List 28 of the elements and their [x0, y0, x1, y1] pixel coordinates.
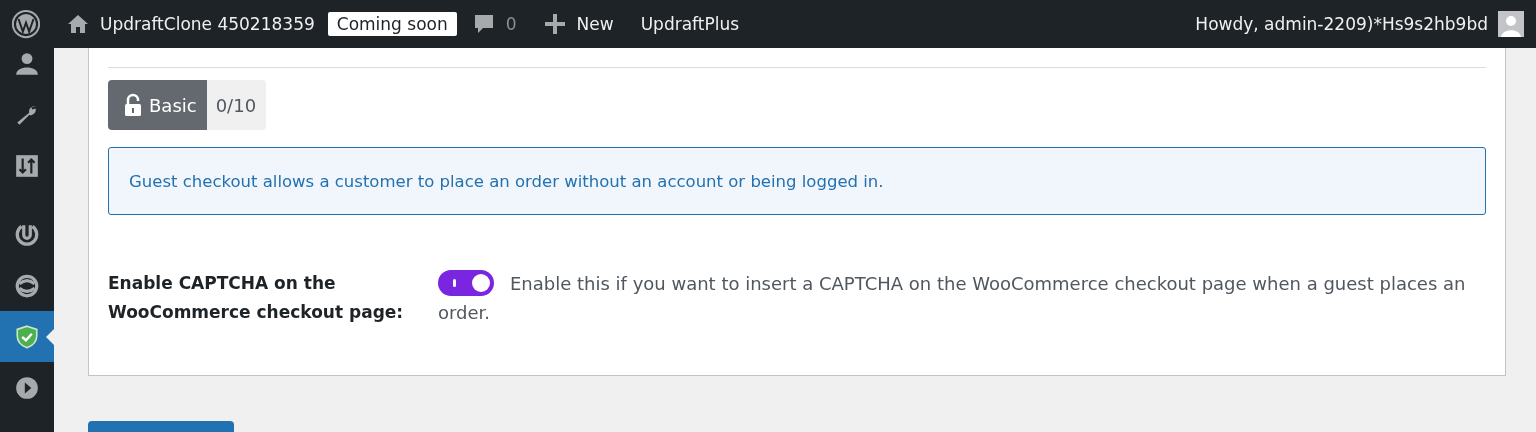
plus-icon: [542, 12, 567, 36]
account-link[interactable]: Howdy, admin-2209)*Hs9s2hb9bd: [1182, 11, 1536, 37]
unlocked-padlock-icon: [123, 93, 143, 117]
toggle-switch[interactable]: [438, 270, 494, 296]
wordpress-logo-icon[interactable]: [11, 9, 41, 39]
sliders-icon: [14, 152, 40, 179]
status-badge: Coming soon: [327, 12, 457, 36]
new-label: New: [576, 14, 614, 34]
site-link[interactable]: UpdraftClone 450218359: [53, 12, 328, 36]
home-icon: [66, 12, 90, 36]
comments-count: 0: [505, 14, 517, 34]
user-icon: [14, 51, 40, 77]
sync-icon: [14, 272, 40, 299]
avatar-icon: [1498, 11, 1524, 37]
sidebar-menu-item[interactable]: [0, 311, 54, 362]
setting-label: Enable CAPTCHA on the WooCommerce checkout page:: [108, 272, 405, 324]
notice-text: Guest checkout allows a customer to place an order without an account or being logged in.: [129, 171, 884, 191]
new-link[interactable]: New: [529, 12, 627, 36]
active-pointer-icon: [46, 329, 54, 345]
shield-check-icon: [14, 323, 40, 350]
plugin-link[interactable]: UpdraftPlus: [626, 14, 753, 34]
comments-link[interactable]: 0: [458, 12, 530, 36]
setting-description: Enable this if you want to insert a CAPTCHA on the WooCommerce checkout page when a guest places an order.: [438, 269, 1486, 327]
level-score: 0/10: [206, 80, 267, 130]
greeting-text: Howdy, admin-2209)*Hs9s2hb9bd: [1195, 14, 1488, 34]
level-label: Basic: [149, 94, 197, 116]
play-icon: [14, 374, 40, 401]
site-name: UpdraftClone 450218359: [100, 14, 315, 34]
